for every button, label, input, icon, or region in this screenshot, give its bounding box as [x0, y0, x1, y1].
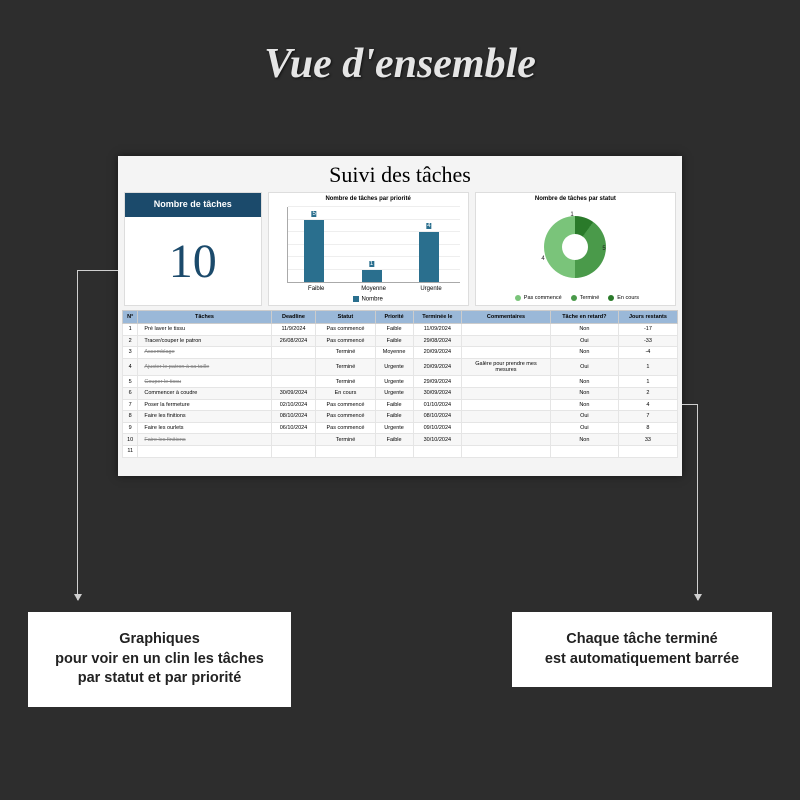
task-count-panel: Nombre de tâches 10 [124, 192, 262, 306]
task-count-value: 10 [125, 215, 261, 305]
callout-graphics: Graphiques pour voir en un clin les tâch… [28, 612, 291, 707]
arrow-left [77, 270, 78, 600]
table-row: 11 [123, 445, 678, 457]
table-row: 7Poser la fermeture02/10/2024Pas commenc… [123, 399, 678, 411]
bar: 1 [362, 270, 382, 283]
table-row: 1Pré laver le tissu11/9/2024Pas commencé… [123, 324, 678, 336]
donut-chart-legend: Pas commencéTerminéEn cours [476, 295, 675, 301]
priority-bar-chart: Nombre de tâches par priorité 5Faible1Mo… [268, 192, 469, 306]
status-donut-chart: Nombre de tâches par statut 1 5 4 Pas co… [475, 192, 676, 306]
task-count-label: Nombre de tâches [125, 193, 261, 215]
page-title: Vue d'ensemble [0, 0, 800, 88]
table-header: Jours restants [618, 311, 677, 324]
table-row: 8Faire les finitions08/10/2024Pas commen… [123, 411, 678, 423]
arrow-left-horiz [77, 270, 118, 271]
table-header: Priorité [375, 311, 413, 324]
dashboard-panels: Nombre de tâches 10 Nombre de tâches par… [118, 192, 682, 310]
table-row: 6Commencer à coudre30/09/2024En coursUrg… [123, 387, 678, 399]
task-table: N°TâchesDeadlineStatutPrioritéTerminée l… [118, 310, 682, 462]
bar-chart-legend: Nombre [269, 296, 468, 303]
bar-chart-title: Nombre de tâches par priorité [269, 193, 468, 205]
table-header: Tâches [138, 311, 271, 324]
callout-strikethrough: Chaque tâche terminé est automatiquement… [512, 612, 772, 687]
donut-chart-title: Nombre de tâches par statut [476, 193, 675, 205]
arrow-right [697, 404, 698, 600]
donut: 1 5 4 [544, 216, 606, 278]
table-header: Statut [316, 311, 375, 324]
table-header: Commentaires [462, 311, 551, 324]
table-row: 2Tracer/couper le patron26/08/2024Pas co… [123, 335, 678, 347]
dashboard-title: Suivi des tâches [118, 156, 682, 192]
bar: 5 [304, 220, 324, 283]
table-row: 5Couper le tissuTerminéUrgente29/09/2024… [123, 376, 678, 388]
table-header: Deadline [271, 311, 316, 324]
table-header: Terminée le [413, 311, 461, 324]
bar-chart-area: 5Faible1Moyenne4Urgente [287, 207, 460, 283]
table-header: Tâche en retard? [550, 311, 618, 324]
arrow-right-horiz [682, 404, 697, 405]
table-header: N° [123, 311, 138, 324]
table-row: 4Ajuster le patron à sa tailleTerminéUrg… [123, 358, 678, 376]
table-row: 9Faire les ourlets06/10/2024Pas commencé… [123, 422, 678, 434]
bar: 4 [419, 232, 439, 282]
dashboard-screenshot: Suivi des tâches Nombre de tâches 10 Nom… [118, 156, 682, 476]
table-row: 10Faire les finitionsTerminéFaible30/10/… [123, 434, 678, 446]
table-row: 3AssemblageTerminéMoyenne20/09/2024Non-4 [123, 347, 678, 359]
